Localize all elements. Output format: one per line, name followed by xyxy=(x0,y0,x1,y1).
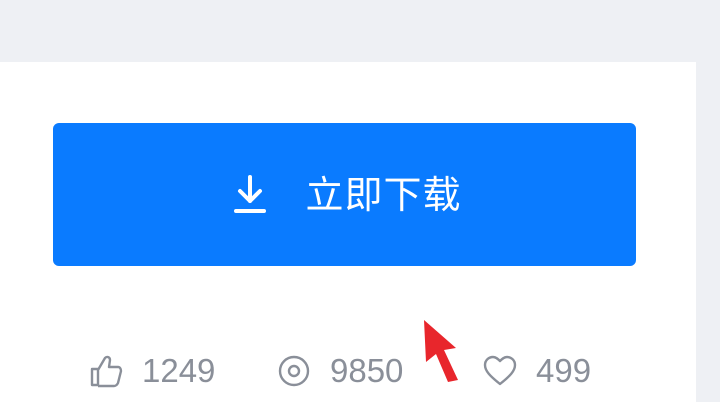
download-button-label: 立即下载 xyxy=(305,172,462,217)
like-stat[interactable]: 1249 xyxy=(88,352,215,390)
thumbs-up-icon xyxy=(90,355,123,388)
download-card: 立即下载 1249 9850 499 xyxy=(0,62,696,402)
heart-icon xyxy=(483,355,517,386)
download-button[interactable]: 立即下载 xyxy=(53,123,636,266)
favorite-stat[interactable]: 499 xyxy=(482,352,591,390)
view-count: 9850 xyxy=(330,352,404,389)
stats-bar: 1249 9850 499 xyxy=(0,352,696,392)
eye-icon xyxy=(278,355,310,387)
download-icon xyxy=(234,174,267,213)
like-count: 1249 xyxy=(142,352,216,389)
view-stat: 9850 xyxy=(276,352,403,390)
pointer-arrow-icon xyxy=(424,320,458,382)
favorite-count: 499 xyxy=(536,352,592,389)
